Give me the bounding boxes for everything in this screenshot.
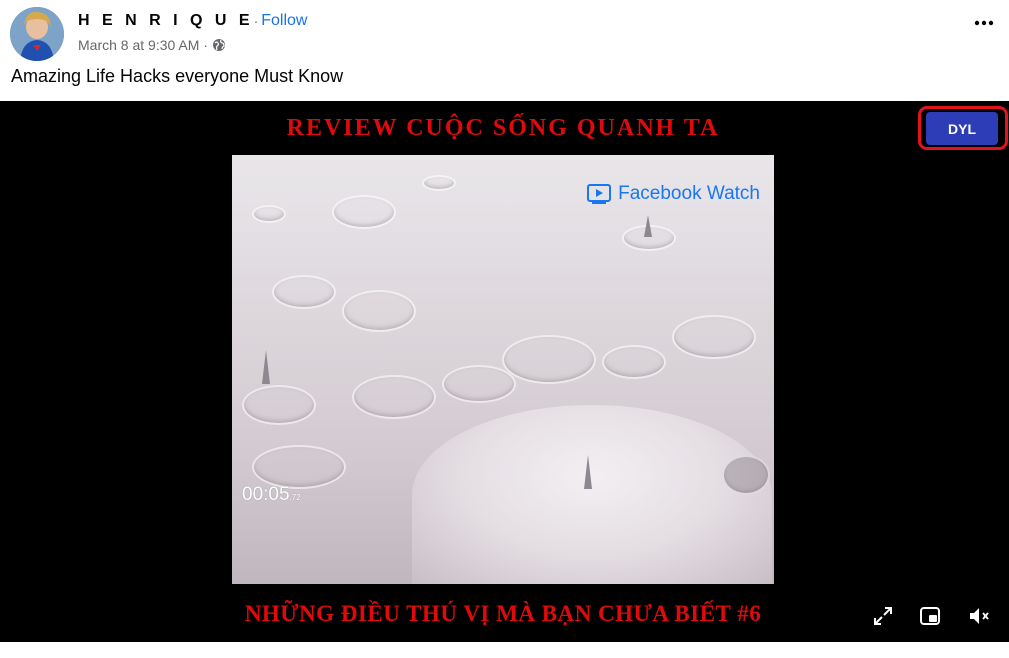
globe-icon[interactable] (212, 38, 226, 52)
dot-separator: · (253, 13, 259, 29)
milk-droplet (272, 275, 336, 309)
timer-fraction: .72 (289, 493, 301, 502)
video-player[interactable]: REVIEW CUỘC SỐNG QUANH TA Facebook Watch (0, 101, 1009, 642)
milk-spike (262, 350, 270, 384)
watch-play-icon (587, 184, 612, 204)
milk-droplet (502, 335, 596, 384)
milk-droplet (252, 205, 286, 223)
post-caption: Amazing Life Hacks everyone Must Know (11, 66, 344, 86)
milk-droplet (242, 385, 316, 425)
milk-splash (412, 405, 772, 584)
watch-label: Facebook Watch (618, 183, 760, 204)
meta-separator: · (203, 37, 209, 53)
follow-button[interactable]: Follow (261, 12, 307, 30)
bottom-banner-text: NHỮNG ĐIỀU THÚ VỊ MÀ BẠN CHƯA BIẾT #6 (244, 601, 762, 626)
milk-droplet (422, 175, 456, 191)
video-timer: 00:05.72 (242, 484, 301, 506)
miniplayer-icon[interactable] (917, 603, 943, 629)
post-date[interactable]: March 8 at 9:30 AM (78, 37, 199, 53)
milk-spike (584, 455, 592, 489)
post-header: H E N R I Q U E · Follow March 8 at 9:30… (0, 0, 1009, 100)
milk-droplet (332, 195, 396, 229)
milk-droplet (672, 315, 756, 359)
dyl-button[interactable]: DYL (926, 112, 998, 145)
top-banner-text: REVIEW CUỘC SỐNG QUANH TA (286, 115, 720, 141)
milk-spike (644, 215, 652, 237)
milk-droplet (352, 375, 436, 419)
milk-droplet (602, 345, 666, 379)
facebook-watch-watermark: Facebook Watch (586, 183, 760, 205)
expand-icon[interactable] (870, 603, 896, 629)
author-line: H E N R I Q U E · Follow (78, 12, 307, 30)
milk-droplet (722, 455, 770, 495)
milk-droplet (442, 365, 516, 403)
post-meta: March 8 at 9:30 AM · (78, 37, 226, 53)
more-options-icon[interactable] (971, 10, 997, 36)
video-frame[interactable]: Facebook Watch 00:05.72 (232, 155, 774, 584)
milk-droplet (342, 290, 416, 332)
avatar[interactable] (10, 7, 64, 61)
timer-main: 00:05 (242, 484, 290, 505)
mute-icon[interactable] (966, 603, 992, 629)
milk-droplet (252, 445, 346, 489)
author-name[interactable]: H E N R I Q U E (78, 12, 254, 30)
